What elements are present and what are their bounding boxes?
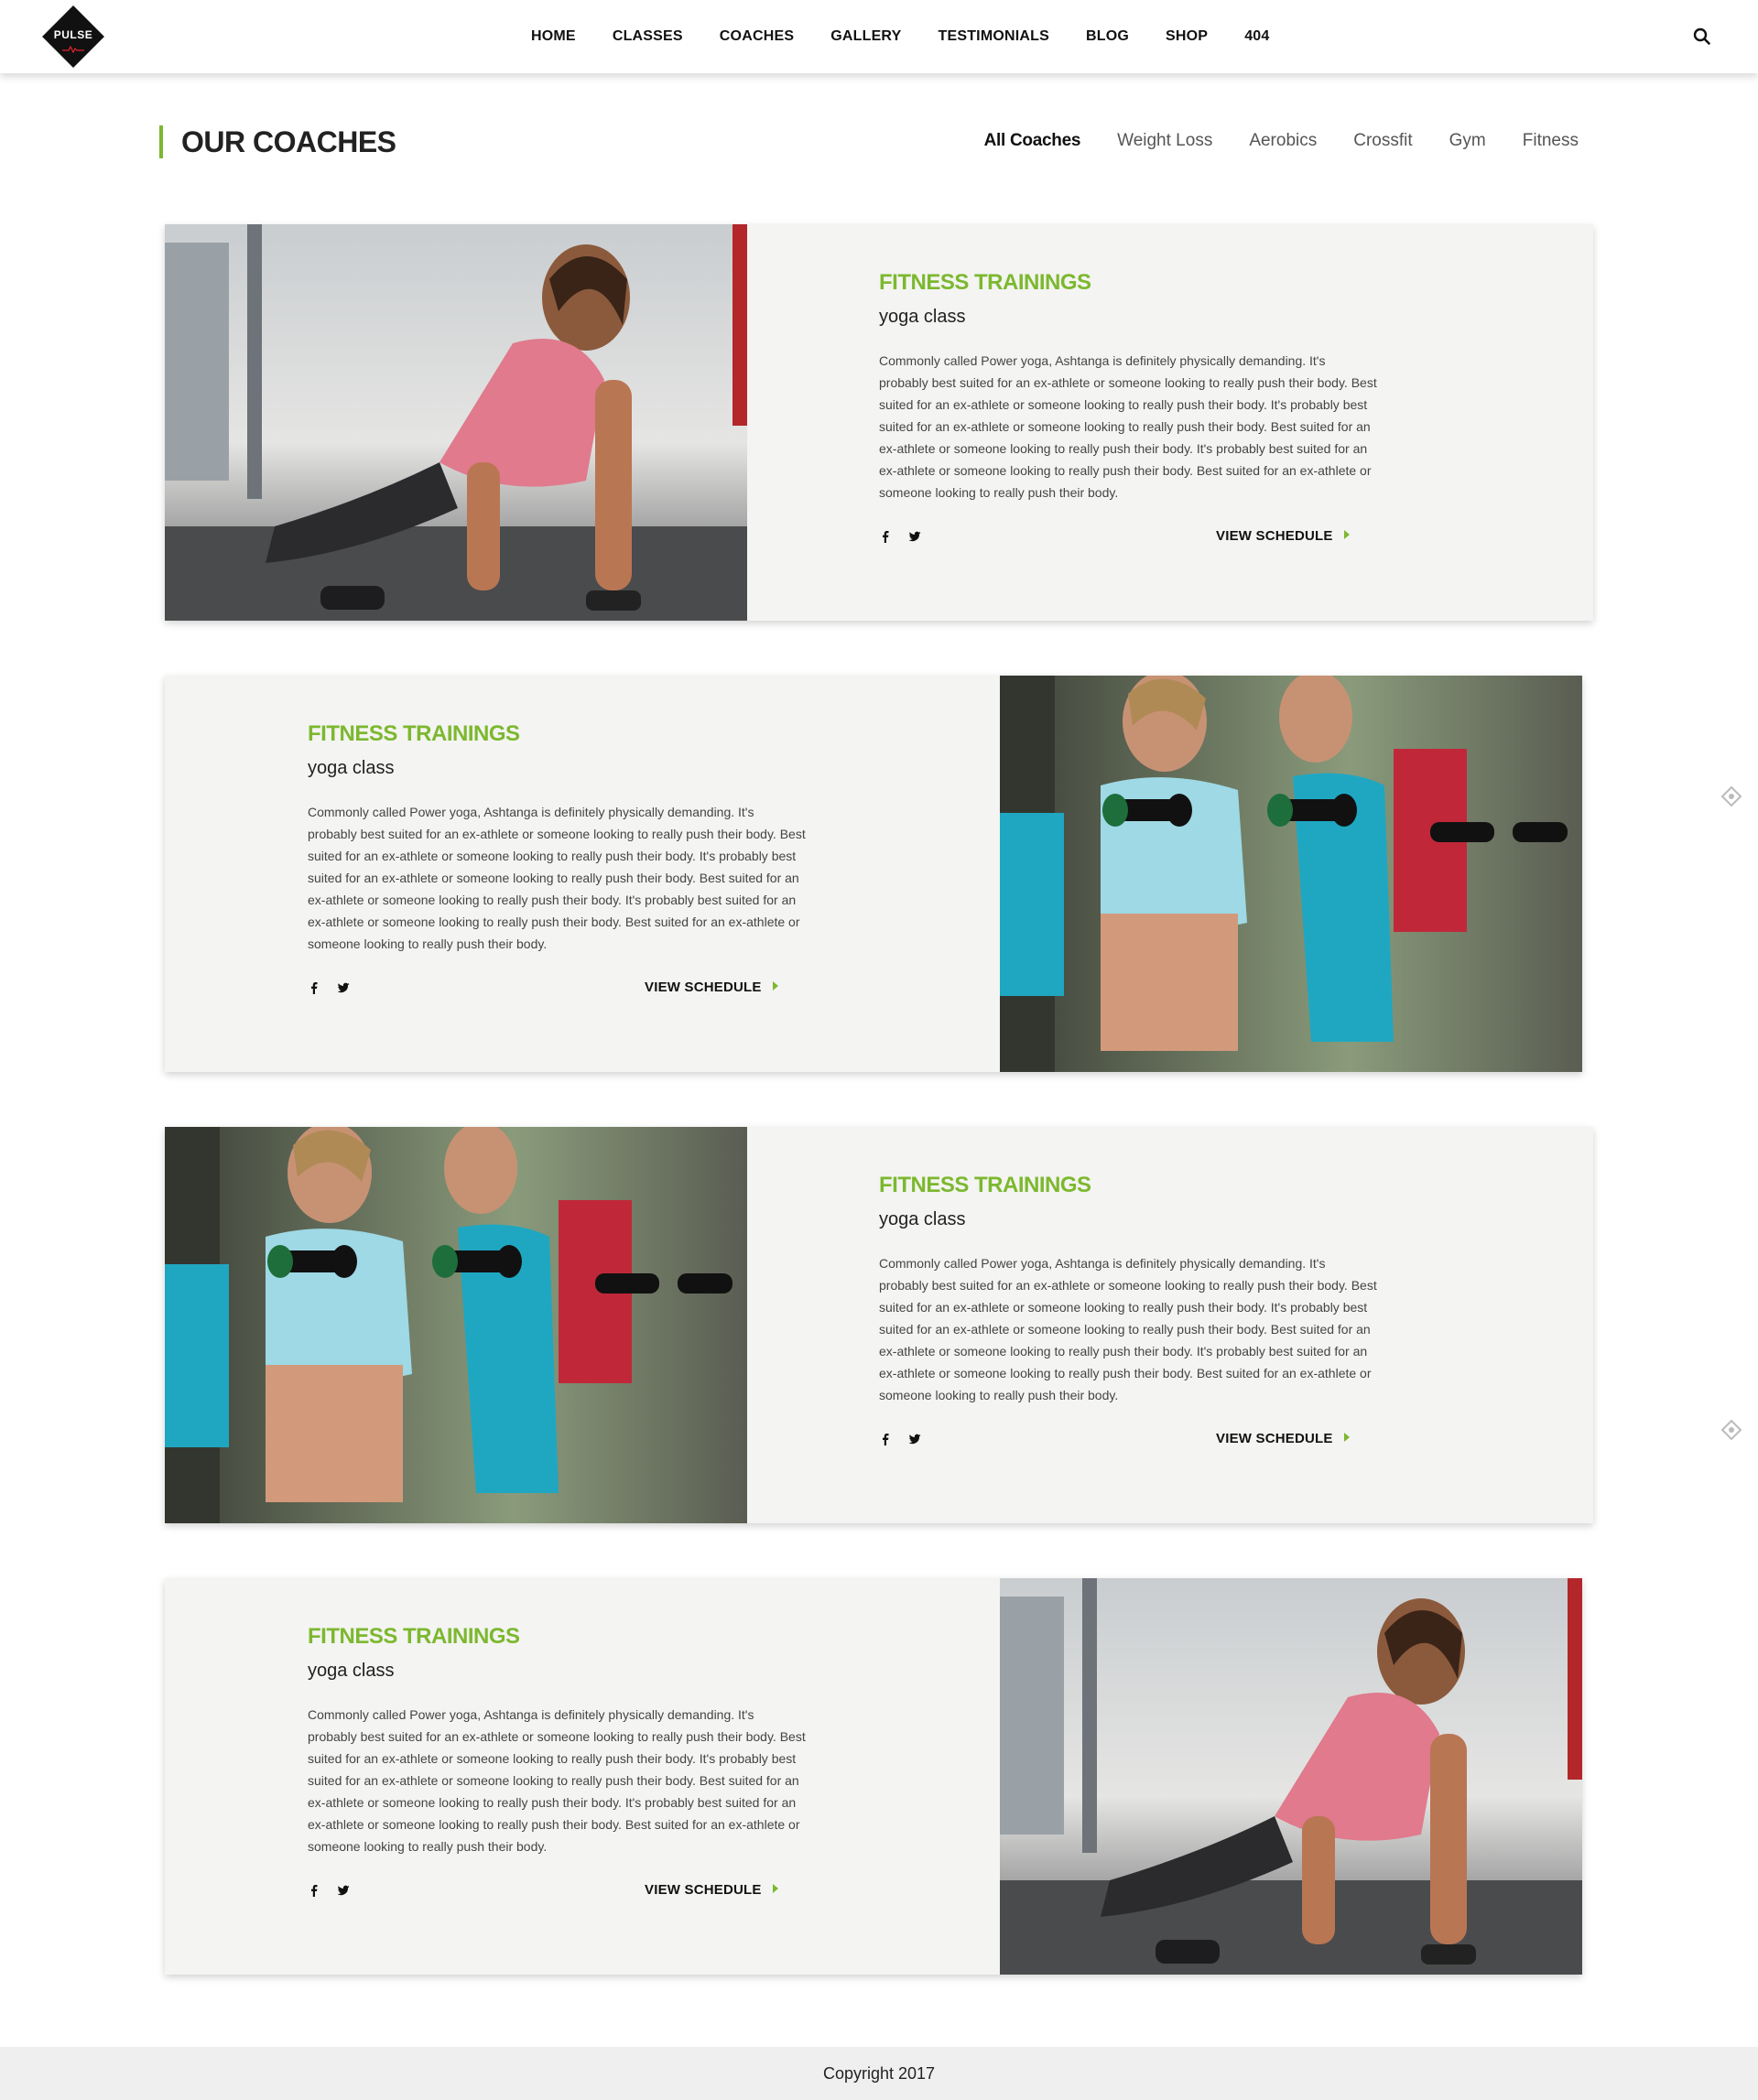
card-title: FITNESS TRAININGS xyxy=(308,1624,520,1649)
copyright-text: Copyright 2017 xyxy=(822,2064,936,2083)
twitter-icon[interactable] xyxy=(908,530,921,543)
filter-fitness[interactable]: Fitness xyxy=(1523,131,1579,151)
women-dumbbells-photo xyxy=(1000,676,1582,1072)
site-header: PULSE HOME CLASSES COACHES GALLERY TESTI… xyxy=(0,0,1758,73)
facebook-icon[interactable] xyxy=(879,530,892,543)
card-content: FITNESS TRAININGS yoga class Commonly ca… xyxy=(308,1578,806,1900)
card-description: Commonly called Power yoga, Ashtanga is … xyxy=(879,353,1377,500)
coach-card: FITNESS TRAININGS yoga class Commonly ca… xyxy=(165,676,1582,1072)
card-footer: VIEW SCHEDULE xyxy=(879,527,1373,546)
card-description: Commonly called Power yoga, Ashtanga is … xyxy=(879,1256,1377,1402)
card-content: FITNESS TRAININGS yoga class Commonly ca… xyxy=(879,224,1377,546)
facebook-icon[interactable] xyxy=(308,981,320,994)
search-icon[interactable] xyxy=(1692,27,1712,47)
card-footer: VIEW SCHEDULE xyxy=(308,979,802,997)
card-footer: VIEW SCHEDULE xyxy=(879,1430,1373,1448)
tag-icon[interactable] xyxy=(1720,785,1743,808)
view-schedule-button[interactable]: VIEW SCHEDULE xyxy=(1216,1430,1350,1448)
nav-home[interactable]: HOME xyxy=(531,28,576,45)
card-content: FITNESS TRAININGS yoga class Commonly ca… xyxy=(308,676,806,997)
twitter-icon[interactable] xyxy=(337,1884,350,1897)
nav-testimonials[interactable]: TESTIMONIALS xyxy=(938,28,1049,45)
nav-shop[interactable]: SHOP xyxy=(1166,28,1208,45)
coach-filters: All Coaches Weight Loss Aerobics Crossfi… xyxy=(948,131,1579,151)
view-schedule-button[interactable]: VIEW SCHEDULE xyxy=(1216,527,1350,546)
women-dumbbells-photo xyxy=(165,1127,747,1523)
card-description: Commonly called Power yoga, Ashtanga is … xyxy=(308,1707,806,1854)
arrow-right-icon xyxy=(772,981,778,990)
arrow-right-icon xyxy=(1343,1433,1350,1442)
view-schedule-button[interactable]: VIEW SCHEDULE xyxy=(645,1881,778,1900)
pulse-logo[interactable]: PULSE xyxy=(42,5,104,68)
card-subtitle: yoga class xyxy=(879,307,966,327)
card-subtitle: yoga class xyxy=(879,1209,966,1229)
view-schedule-button[interactable]: VIEW SCHEDULE xyxy=(645,979,778,997)
main-nav: HOME CLASSES COACHES GALLERY TESTIMONIAL… xyxy=(531,0,1306,73)
site-footer: Copyright 2017 xyxy=(0,2047,1758,2100)
view-schedule-label: VIEW SCHEDULE xyxy=(645,1882,762,1898)
filter-weight-loss[interactable]: Weight Loss xyxy=(1117,131,1212,151)
facebook-icon[interactable] xyxy=(308,1884,320,1897)
nav-404[interactable]: 404 xyxy=(1244,28,1269,45)
card-title: FITNESS TRAININGS xyxy=(879,1173,1091,1197)
view-schedule-label: VIEW SCHEDULE xyxy=(645,980,762,995)
twitter-icon[interactable] xyxy=(908,1433,921,1445)
page-title: OUR COACHES xyxy=(159,125,396,158)
arrow-right-icon xyxy=(772,1884,778,1893)
card-content: FITNESS TRAININGS yoga class Commonly ca… xyxy=(879,1127,1377,1448)
coach-card: FITNESS TRAININGS yoga class Commonly ca… xyxy=(165,1578,1582,1975)
card-footer: VIEW SCHEDULE xyxy=(308,1881,802,1900)
facebook-icon[interactable] xyxy=(879,1433,892,1445)
filter-all-coaches[interactable]: All Coaches xyxy=(984,131,1081,151)
nav-gallery[interactable]: GALLERY xyxy=(830,28,901,45)
nav-classes[interactable]: CLASSES xyxy=(613,28,683,45)
filter-gym[interactable]: Gym xyxy=(1449,131,1486,151)
coach-card: FITNESS TRAININGS yoga class Commonly ca… xyxy=(165,224,1593,621)
card-subtitle: yoga class xyxy=(308,1661,395,1681)
logo-text: PULSE xyxy=(53,28,93,41)
woman-pushup-photo xyxy=(1000,1578,1582,1975)
arrow-right-icon xyxy=(1343,530,1350,539)
card-title: FITNESS TRAININGS xyxy=(879,270,1091,295)
nav-blog[interactable]: BLOG xyxy=(1086,28,1129,45)
nav-coaches[interactable]: COACHES xyxy=(720,28,794,45)
filter-crossfit[interactable]: Crossfit xyxy=(1353,131,1412,151)
filter-aerobics[interactable]: Aerobics xyxy=(1249,131,1317,151)
card-subtitle: yoga class xyxy=(308,758,395,778)
view-schedule-label: VIEW SCHEDULE xyxy=(1216,1431,1333,1446)
card-description: Commonly called Power yoga, Ashtanga is … xyxy=(308,805,806,951)
view-schedule-label: VIEW SCHEDULE xyxy=(1216,528,1333,544)
woman-pushup-photo xyxy=(165,224,747,621)
coach-card: FITNESS TRAININGS yoga class Commonly ca… xyxy=(165,1127,1593,1523)
tag-icon[interactable] xyxy=(1720,1418,1743,1442)
heartbeat-icon xyxy=(62,46,84,53)
twitter-icon[interactable] xyxy=(337,981,350,994)
card-title: FITNESS TRAININGS xyxy=(308,721,520,746)
